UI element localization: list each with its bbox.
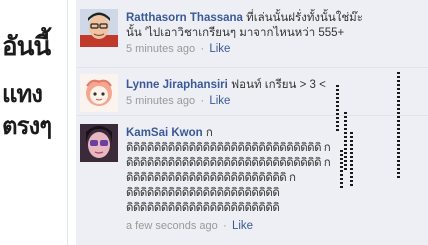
- stacked-diacritic-column: [397, 72, 400, 180]
- comment-timestamp[interactable]: 5 minutes ago: [126, 95, 195, 107]
- stacked-diacritic-column: [336, 85, 339, 131]
- avatar[interactable]: [80, 9, 118, 47]
- comment-text-line: ดิดิดิดิดิดิดิดิดิดิดิดิดิดิดิดิดิดิดิดิ…: [126, 157, 331, 169]
- comment-item: Lynne Jiraphansiri ฟอนท์ เกรียน > 3 < 5 …: [76, 68, 428, 116]
- handwritten-note-line-1: อันนี้: [2, 32, 51, 62]
- like-link[interactable]: Like: [209, 43, 230, 55]
- avatar[interactable]: [80, 74, 118, 112]
- comment-item: KamSai Kwon ก ดิดิดิดิดิดิดิดิดิดิดิดิดิ…: [76, 116, 428, 245]
- separator-dot: ·: [222, 220, 227, 232]
- handwritten-note-pane: อันนี้ แทง ตรงๆ: [0, 0, 62, 245]
- avatar[interactable]: [80, 124, 118, 162]
- avatar-image-icon: [80, 9, 118, 47]
- separator-dot: ·: [200, 43, 205, 55]
- handwritten-note-line-3: ตรงๆ: [2, 111, 52, 140]
- avatar-image-icon: [80, 74, 118, 112]
- stacked-diacritic-column: [340, 150, 343, 190]
- comment-timestamp[interactable]: a few seconds ago: [126, 220, 218, 232]
- separator-dot: ·: [200, 95, 205, 107]
- avatar-image-icon: [80, 124, 118, 162]
- comment-timestamp[interactable]: 5 minutes ago: [126, 43, 195, 55]
- comment-author-link[interactable]: KamSai Kwon: [126, 127, 203, 139]
- comment-item: Ratthasorn Thassana ที่เล่นนั้นฝรั่งทั้ง…: [76, 0, 428, 68]
- comment-author-link[interactable]: Lynne Jiraphansiri: [126, 79, 228, 91]
- comment-author-link[interactable]: Ratthasorn Thassana: [126, 12, 243, 24]
- comment-text: ก: [205, 127, 213, 139]
- comment-text-line: ดิดิดิดิดิดิดิดิดิดิดิดิดิดิดิดิดิดิดิดิ…: [126, 172, 296, 184]
- like-link[interactable]: Like: [232, 220, 253, 232]
- handwritten-note-line-2: แทง: [2, 79, 43, 108]
- comments-list: Ratthasorn Thassana ที่เล่นนั้นฝรั่งทั้ง…: [76, 0, 428, 245]
- comment-text-line: ดิดิดิดิดิดิดิดิดิดิดิดิดิดิดิดิดิดิดิดิ…: [126, 142, 331, 154]
- stacked-diacritic-column: [344, 112, 347, 172]
- comment-text-line: ดิดิดิดิดิดิดิดิดิดิดิดิดิดิดิดิดิดิดิดิ…: [126, 202, 280, 214]
- comment-text: ฟอนท์ เกรียน > 3 <: [231, 79, 326, 91]
- pane-divider: [67, 0, 68, 245]
- comment-body: KamSai Kwon ก ดิดิดิดิดิดิดิดิดิดิดิดิดิ…: [126, 126, 426, 234]
- comment-text-line: ดิดิดิดิดิดิดิดิดิดิดิดิดิดิดิดิดิดิดิดิ…: [126, 187, 280, 199]
- comment-body: Lynne Jiraphansiri ฟอนท์ เกรียน > 3 < 5 …: [126, 78, 426, 109]
- comment-text-continued: นั้น 'ไปเอาวิชาเกรียนๆ มาจากไหนหว่า 555+: [126, 27, 345, 39]
- comment-body: Ratthasorn Thassana ที่เล่นนั้นฝรั่งทั้ง…: [126, 11, 426, 57]
- comment-text: ที่เล่นนั้นฝรั่งทั้งนั้นใช่ม๊ะ: [246, 12, 363, 24]
- stacked-diacritic-column: [350, 132, 353, 186]
- like-link[interactable]: Like: [209, 95, 230, 107]
